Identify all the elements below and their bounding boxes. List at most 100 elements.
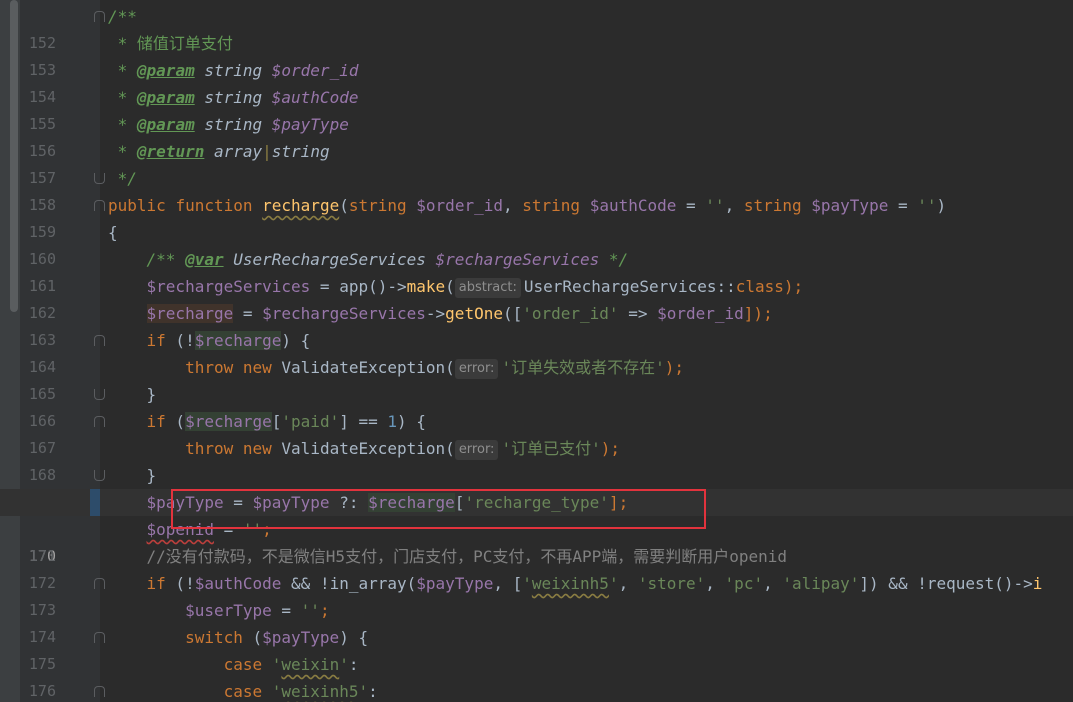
variable: $payType (262, 628, 340, 647)
code-text: ) { (339, 628, 369, 647)
doc-comment: * (108, 115, 137, 134)
code-text: ) { (397, 412, 426, 431)
punct: ([ (502, 304, 523, 323)
doc-type: string (271, 142, 330, 161)
string: weixin (281, 655, 340, 674)
brace: { (108, 223, 118, 242)
variable: $payType (416, 574, 494, 593)
method-name: make (406, 277, 446, 296)
code-lines[interactable]: 152 /** 153 * 储值订单支付 154 * @param string… (0, 3, 1073, 702)
string: '' (300, 601, 320, 620)
code-line-160[interactable]: 160 { (0, 219, 1073, 268)
code-line-177[interactable]: 177 case 'weixinh5': (0, 678, 1073, 702)
code-line-175[interactable]: 175 switch ($payType) { (0, 624, 1073, 673)
doc-comment: * (108, 34, 137, 53)
code-line-159[interactable]: 159 public function recharge(string $ord… (0, 192, 1073, 241)
code-line-152[interactable]: 152 /** (0, 3, 1073, 52)
code-line-162[interactable]: 162 $rechargeServices = app()->make(abst… (0, 273, 1073, 322)
brace: } (108, 466, 157, 485)
code-text: ValidateException( (271, 439, 455, 458)
code-line-161[interactable]: 161 /** @var UserRechargeServices $recha… (0, 246, 1073, 295)
keyword: function (175, 196, 253, 215)
string: '订单失效或者不存在' (501, 358, 665, 377)
code-line-157[interactable]: 157 * @return array|string (0, 138, 1073, 187)
code-line-154[interactable]: 154 * @param string $order_id (0, 57, 1073, 106)
variable: $authCode (589, 196, 677, 215)
code-line-166[interactable]: 166 } (0, 381, 1073, 430)
punct: = (888, 196, 918, 215)
string: '' (917, 196, 937, 215)
code-line-158[interactable]: 158 */ (0, 165, 1073, 214)
code-line-155[interactable]: 155 * @param string $authCode (0, 84, 1073, 133)
fold-icon[interactable] (94, 686, 105, 697)
code-text: -> (425, 304, 446, 323)
string: ' (358, 682, 369, 701)
code-text: => (618, 304, 658, 323)
doc-type: array (204, 142, 263, 161)
code-line-174[interactable]: 174 $userType = ''; (0, 597, 1073, 646)
code-editor[interactable]: 152 /** 153 * 储值订单支付 154 * @param string… (0, 0, 1073, 702)
variable: $recharge (185, 412, 272, 431)
variable: $userType (185, 601, 272, 620)
code-text: (! (165, 331, 195, 350)
doc-comment: * (108, 88, 137, 107)
code-line-169[interactable]: 169 } (0, 462, 1073, 511)
doc-tag-param: @param (136, 61, 195, 80)
code-line-153[interactable]: 153 * 储值订单支付 (0, 30, 1073, 79)
code-line-163[interactable]: 163 $recharge = $rechargeServices->getOn… (0, 300, 1073, 349)
string: 'pc' (724, 574, 764, 593)
code-text: ] == (339, 412, 388, 431)
string: '订单已支付' (501, 439, 601, 458)
string: ' (608, 574, 619, 593)
code-line-168[interactable]: 168 throw new ValidateException(error: '订… (0, 435, 1073, 484)
highlight-annotation-box (171, 489, 706, 529)
code-line-156[interactable]: 156 * @param string $payType (0, 111, 1073, 160)
keyword: if (146, 412, 166, 431)
keyword: public (108, 196, 166, 215)
fold-icon[interactable] (94, 11, 105, 22)
fold-icon[interactable] (94, 173, 105, 184)
doc-variable: $authCode (271, 88, 359, 107)
doc-comment-text: 储值订单支付 (136, 34, 233, 53)
method-name: i (1032, 574, 1043, 593)
doc-type: UserRechargeServices (223, 250, 436, 269)
variable: $recharge (194, 331, 282, 350)
fold-icon[interactable] (94, 632, 105, 643)
code-line-176[interactable]: 176 case 'weixin': (0, 651, 1073, 700)
doc-type: string (194, 115, 272, 134)
code-line-172[interactable]: 172 //没有付款码，不是微信H5支付，门店支付，PC支付，不再APP端，需要… (0, 543, 1073, 592)
keyword: case (223, 682, 263, 701)
punct: ( (445, 277, 455, 296)
doc-type: string (194, 88, 272, 107)
method-name: getOne (445, 304, 503, 323)
parameter-hint: error: (454, 359, 499, 379)
keyword: class (735, 277, 784, 296)
function-name[interactable]: recharge (262, 196, 339, 215)
fold-icon[interactable] (94, 389, 105, 400)
code-line-167[interactable]: 167 if ($recharge['paid'] == 1) { (0, 408, 1073, 457)
fold-icon[interactable] (94, 578, 105, 589)
code-text: , [ (493, 574, 523, 593)
code-line-173[interactable]: 173 if (!$authCode && !in_array($payType… (0, 570, 1073, 619)
fold-icon[interactable] (94, 416, 105, 427)
fold-icon[interactable] (94, 335, 105, 346)
doc-tag-param: @param (136, 88, 195, 107)
fold-icon[interactable] (94, 200, 105, 211)
variable: $recharge (146, 304, 234, 323)
keyword: string (522, 196, 581, 215)
punct: ]); (743, 304, 773, 323)
variable: $authCode (194, 574, 282, 593)
fold-icon[interactable] (94, 470, 105, 481)
code-line-165[interactable]: 165 throw new ValidateException(error: '订… (0, 354, 1073, 403)
code-line-164[interactable]: 164 if (!$recharge) { (0, 327, 1073, 376)
string: ' (271, 655, 282, 674)
punct: [ (271, 412, 282, 431)
